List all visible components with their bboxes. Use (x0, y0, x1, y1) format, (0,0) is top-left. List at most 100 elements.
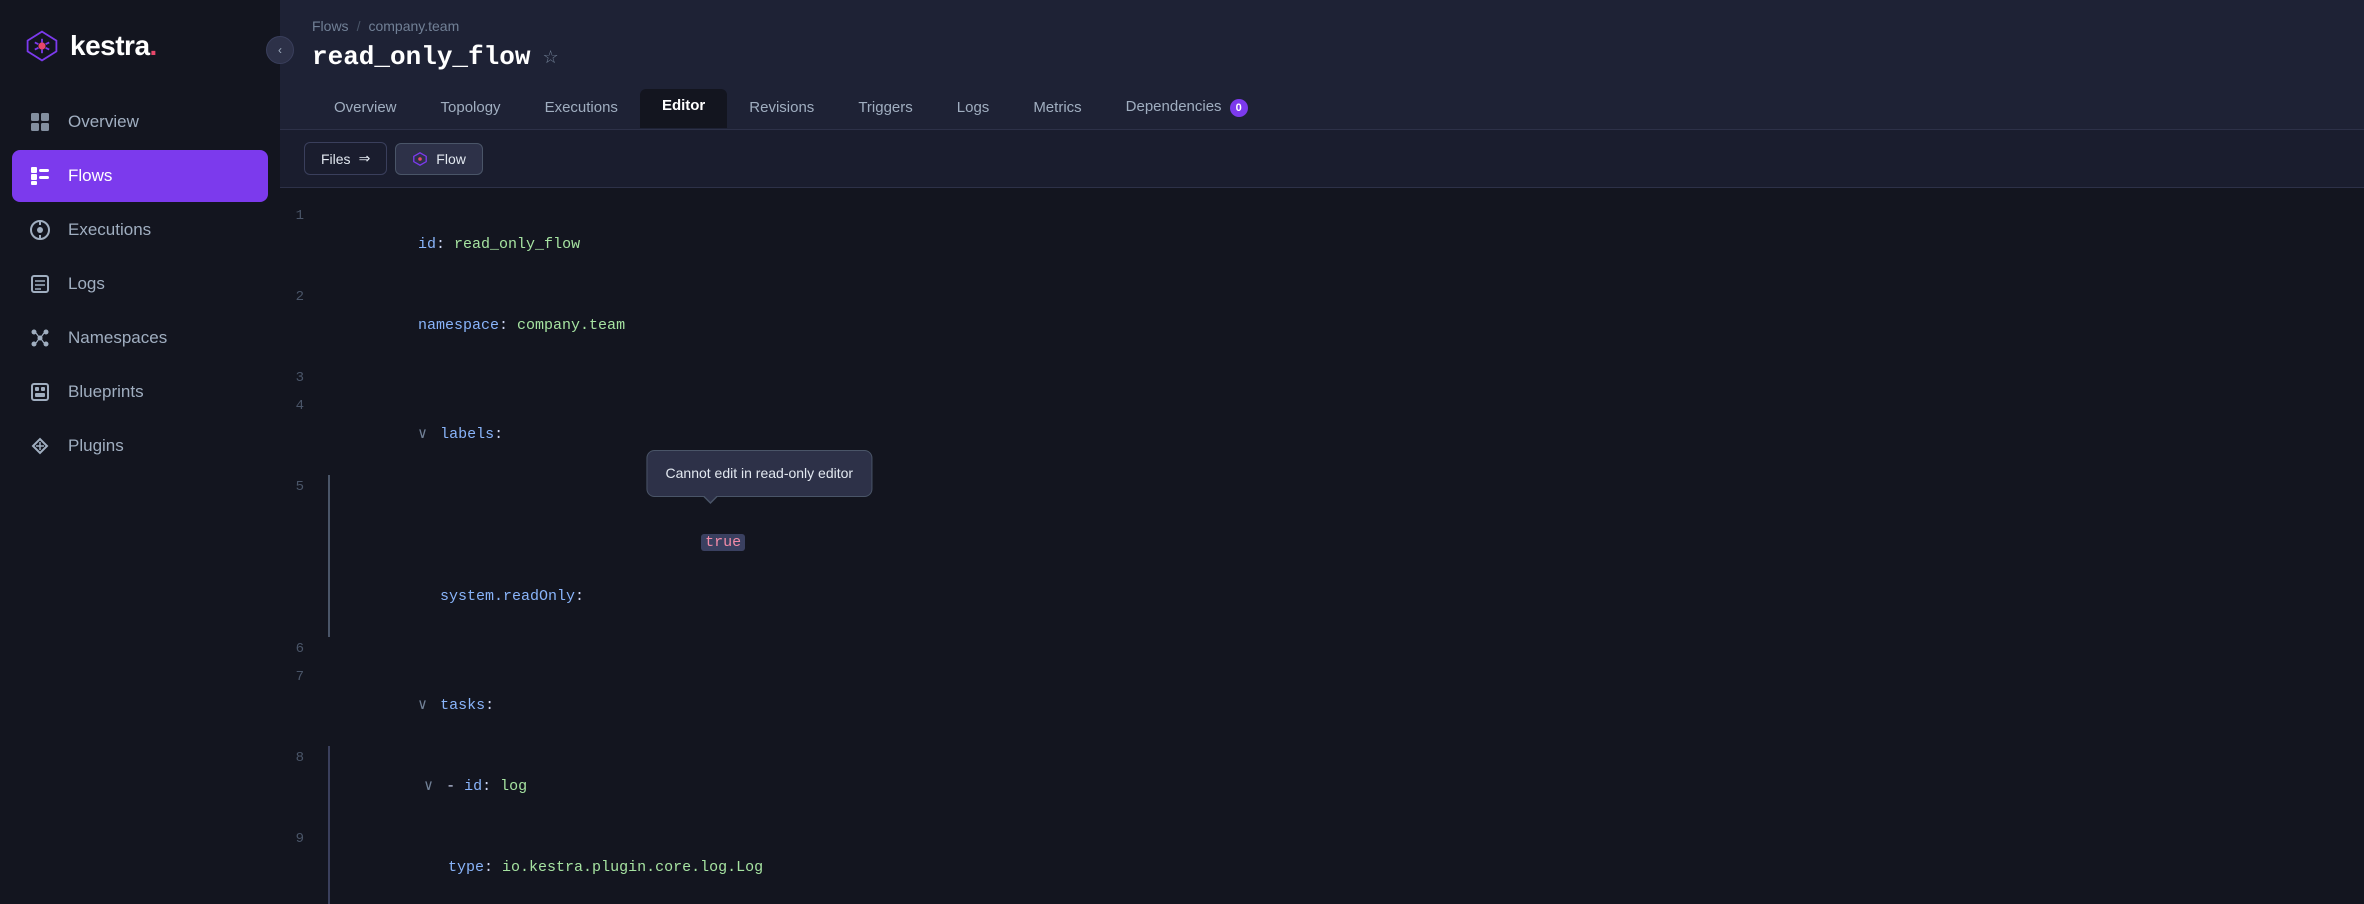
code-line-3: 3 (280, 366, 2364, 394)
dependencies-badge: 0 (1230, 99, 1248, 117)
line-number-1: 1 (280, 204, 328, 229)
sidebar-item-blueprints[interactable]: Blueprints (12, 366, 268, 418)
sidebar-item-namespaces-label: Namespaces (68, 328, 167, 348)
tab-overview[interactable]: Overview (312, 89, 419, 128)
flow-button[interactable]: Flow (395, 143, 483, 175)
main-content: Flows / company.team read_only_flow ☆ Ov… (280, 0, 2364, 904)
tab-editor[interactable]: Editor (640, 89, 727, 128)
line-number-3: 3 (280, 366, 328, 391)
code-line-8: 8 ∨ - id: log (280, 746, 2364, 827)
tooltip-container: true Cannot edit in read-only editor (593, 502, 745, 610)
sidebar-item-plugins[interactable]: Plugins (12, 420, 268, 472)
line-content-2: namespace: company.team (328, 285, 2340, 366)
line-content-8: ∨ - id: log (328, 746, 2340, 827)
sidebar-item-overview[interactable]: Overview (12, 96, 268, 148)
breadcrumb-separator: / (357, 18, 361, 34)
val-task-log: log (500, 778, 527, 795)
collapse-arrow-task[interactable]: ∨ (424, 778, 442, 795)
code-line-9: 9 type: io.kestra.plugin.core.log.Log (280, 827, 2364, 904)
val-namespace: company.team (517, 317, 625, 334)
readonly-tooltip: Cannot edit in read-only editor (647, 450, 873, 497)
sidebar-nav: Overview Flows (0, 96, 280, 472)
logo: kestra. (0, 0, 280, 96)
line-number-6: 6 (280, 637, 328, 662)
key-id: id (418, 236, 436, 253)
tab-topology[interactable]: Topology (419, 89, 523, 128)
code-line-4: 4 ∨ labels: (280, 394, 2364, 475)
favorite-icon[interactable]: ☆ (542, 47, 558, 68)
files-button[interactable]: Files ⇒ (304, 142, 387, 175)
sidebar-item-executions-label: Executions (68, 220, 151, 240)
line-content-6 (328, 637, 2340, 664)
plugins-icon (28, 434, 52, 458)
tab-bar: Overview Topology Executions Editor Revi… (312, 88, 2332, 129)
line-content-5: system.readOnly: true Cannot edit in rea… (328, 475, 2340, 637)
code-line-6: 6 (280, 637, 2364, 665)
code-line-5: 5 system.readOnly: true Cannot edit in r… (280, 475, 2364, 637)
kestra-logo-icon (24, 28, 60, 64)
line-content-9: type: io.kestra.plugin.core.log.Log (328, 827, 2340, 904)
line-number-8: 8 (280, 746, 328, 771)
line-content-3 (328, 366, 2340, 393)
code-line-7: 7 ∨ tasks: (280, 665, 2364, 746)
page-title-row: read_only_flow ☆ (312, 42, 2332, 72)
logs-icon (28, 272, 52, 296)
tab-logs[interactable]: Logs (935, 89, 1012, 128)
sidebar-item-flows-label: Flows (68, 166, 112, 186)
val-true: true (701, 534, 745, 551)
editor-area: Files ⇒ Flow 1 id: read_only_flow (280, 130, 2364, 904)
code-line-1: 1 id: read_only_flow (280, 204, 2364, 285)
line-content-4: ∨ labels: (328, 394, 2340, 475)
sidebar-item-logs-label: Logs (68, 274, 105, 294)
sidebar-item-executions[interactable]: Executions (12, 204, 268, 256)
breadcrumb-namespace[interactable]: company.team (368, 18, 459, 34)
sidebar-item-namespaces[interactable]: Namespaces (12, 312, 268, 364)
flow-label: Flow (436, 151, 466, 167)
sidebar: kestra. ‹ Overview (0, 0, 280, 904)
key-namespace: namespace (418, 317, 499, 334)
logo-text: kestra. (70, 30, 157, 62)
tab-metrics[interactable]: Metrics (1011, 89, 1103, 128)
val-type: io.kestra.plugin.core.log.Log (502, 859, 763, 876)
collapse-arrow-labels[interactable]: ∨ (418, 426, 436, 443)
blueprints-icon (28, 380, 52, 404)
tab-triggers[interactable]: Triggers (836, 89, 934, 128)
code-line-2: 2 namespace: company.team (280, 285, 2364, 366)
grid-icon (28, 110, 52, 134)
breadcrumb: Flows / company.team (312, 18, 2332, 34)
sidebar-item-blueprints-label: Blueprints (68, 382, 144, 402)
key-system-readonly: system.readOnly (440, 588, 575, 605)
executions-icon (28, 218, 52, 242)
line-number-2: 2 (280, 285, 328, 310)
sidebar-item-plugins-label: Plugins (68, 436, 124, 456)
page-title: read_only_flow (312, 42, 530, 72)
key-tasks: tasks (440, 697, 485, 714)
files-label: Files (321, 151, 351, 167)
tooltip-text: Cannot edit in read-only editor (666, 465, 854, 481)
breadcrumb-flows[interactable]: Flows (312, 18, 349, 34)
line-number-4: 4 (280, 394, 328, 419)
flows-icon (28, 164, 52, 188)
key-task-id: id (464, 778, 482, 795)
tab-dependencies[interactable]: Dependencies 0 (1104, 88, 1270, 129)
kestra-flow-icon (412, 151, 428, 167)
line-content-1: id: read_only_flow (328, 204, 2340, 285)
namespaces-icon (28, 326, 52, 350)
code-editor[interactable]: 1 id: read_only_flow 2 namespace: compan… (280, 188, 2364, 904)
sidebar-collapse-button[interactable]: ‹ (266, 36, 294, 64)
sidebar-item-logs[interactable]: Logs (12, 258, 268, 310)
sidebar-item-flows[interactable]: Flows (12, 150, 268, 202)
key-labels: labels (440, 426, 494, 443)
collapse-arrow-tasks[interactable]: ∨ (418, 697, 436, 714)
tab-revisions[interactable]: Revisions (727, 89, 836, 128)
line-number-7: 7 (280, 665, 328, 690)
editor-toolbar: Files ⇒ Flow (280, 130, 2364, 188)
val-id: read_only_flow (454, 236, 580, 253)
tab-executions[interactable]: Executions (523, 89, 640, 128)
key-type: type (448, 859, 484, 876)
sidebar-item-overview-label: Overview (68, 112, 139, 132)
line-content-7: ∨ tasks: (328, 665, 2340, 746)
line-number-5: 5 (280, 475, 328, 500)
files-arrow-icon: ⇒ (359, 150, 371, 167)
page-header: Flows / company.team read_only_flow ☆ Ov… (280, 0, 2364, 130)
